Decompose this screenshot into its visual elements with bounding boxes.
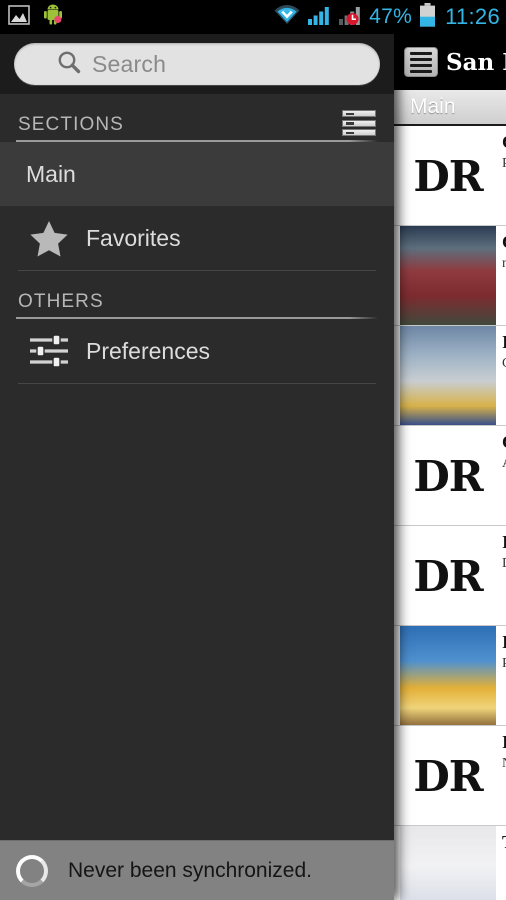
drawer-spacer [0, 384, 394, 840]
status-bar-left [8, 4, 64, 31]
wifi-icon [274, 4, 300, 31]
reorder-bar [342, 119, 376, 127]
masthead-logo: DR [400, 426, 496, 525]
clock-label: 11:26 [445, 4, 500, 29]
android-robot-icon [42, 4, 64, 31]
list-reorder-icon[interactable] [342, 110, 376, 136]
tab-main[interactable]: Main [410, 95, 456, 119]
article-logo-thumbnail: DR [400, 526, 496, 625]
search-input[interactable]: Search [14, 43, 380, 85]
sidebar-item-label: Favorites [86, 224, 181, 251]
search-placeholder: Search [92, 50, 167, 77]
map-document-photo [400, 826, 496, 900]
hamburger-icon[interactable] [404, 47, 438, 77]
sliders-icon [26, 333, 72, 369]
article-logo-thumbnail: DR [400, 126, 496, 225]
spinner-icon [16, 854, 48, 887]
article-text: Cn [496, 226, 506, 325]
masthead-title: San D [446, 48, 506, 76]
article-logo-thumbnail: DR [400, 726, 496, 825]
sync-status-label: Never been synchronized. [68, 858, 312, 882]
masthead-logo: DR [400, 126, 496, 225]
group-header-sections: SECTIONS [0, 94, 394, 140]
sidebar-item-main[interactable]: Main [0, 142, 394, 206]
article-text: IC [496, 326, 506, 425]
battery-icon [419, 2, 436, 32]
status-bar: 47% 11:26 [0, 0, 506, 34]
signal-alarm-icon [338, 4, 362, 31]
navigation-drawer: Search SECTIONS Main Favorites OTHERS Pr… [0, 34, 394, 900]
group-header-label: SECTIONS [18, 114, 124, 135]
masthead-logo: DR [400, 726, 496, 825]
reorder-bar [342, 129, 376, 136]
article-text: T [496, 826, 506, 900]
sidebar-item-label: Main [26, 160, 76, 187]
hamburger-bar [410, 69, 432, 73]
article-text: IN [496, 726, 506, 825]
group-header-others: OTHERS [0, 271, 394, 317]
sync-status-bar[interactable]: Never been synchronized. [0, 840, 394, 900]
status-bar-right: 47% 11:26 [274, 2, 500, 32]
reorder-bar [342, 110, 376, 117]
article-text: IP [496, 626, 506, 725]
masthead-logo: DR [400, 526, 496, 625]
article-text: CA [496, 426, 506, 525]
screenshot-icon [8, 4, 30, 30]
pier-bridge-photo [400, 326, 496, 425]
article-photo [400, 326, 496, 425]
hamburger-bar [410, 63, 432, 67]
article-photo [400, 826, 496, 900]
biplane-photo [400, 626, 496, 725]
sidebar-item-favorites[interactable]: Favorites [0, 206, 394, 270]
search-icon [56, 49, 82, 80]
article-logo-thumbnail: DR [400, 426, 496, 525]
sidebar-item-label: Preferences [86, 337, 211, 364]
article-photo [400, 226, 496, 325]
football-player-photo [400, 226, 496, 325]
battery-percent-label: 47% [369, 5, 413, 28]
article-text: CP [496, 126, 506, 225]
sidebar-item-preferences[interactable]: Preferences [0, 319, 394, 383]
article-text: ID [496, 526, 506, 625]
hamburger-bar [410, 57, 432, 61]
hamburger-bar [410, 51, 432, 55]
signal-bars-icon [307, 4, 331, 31]
search-zone: Search [0, 34, 394, 94]
article-photo [400, 626, 496, 725]
group-header-label: OTHERS [18, 291, 104, 312]
star-icon [26, 219, 72, 257]
